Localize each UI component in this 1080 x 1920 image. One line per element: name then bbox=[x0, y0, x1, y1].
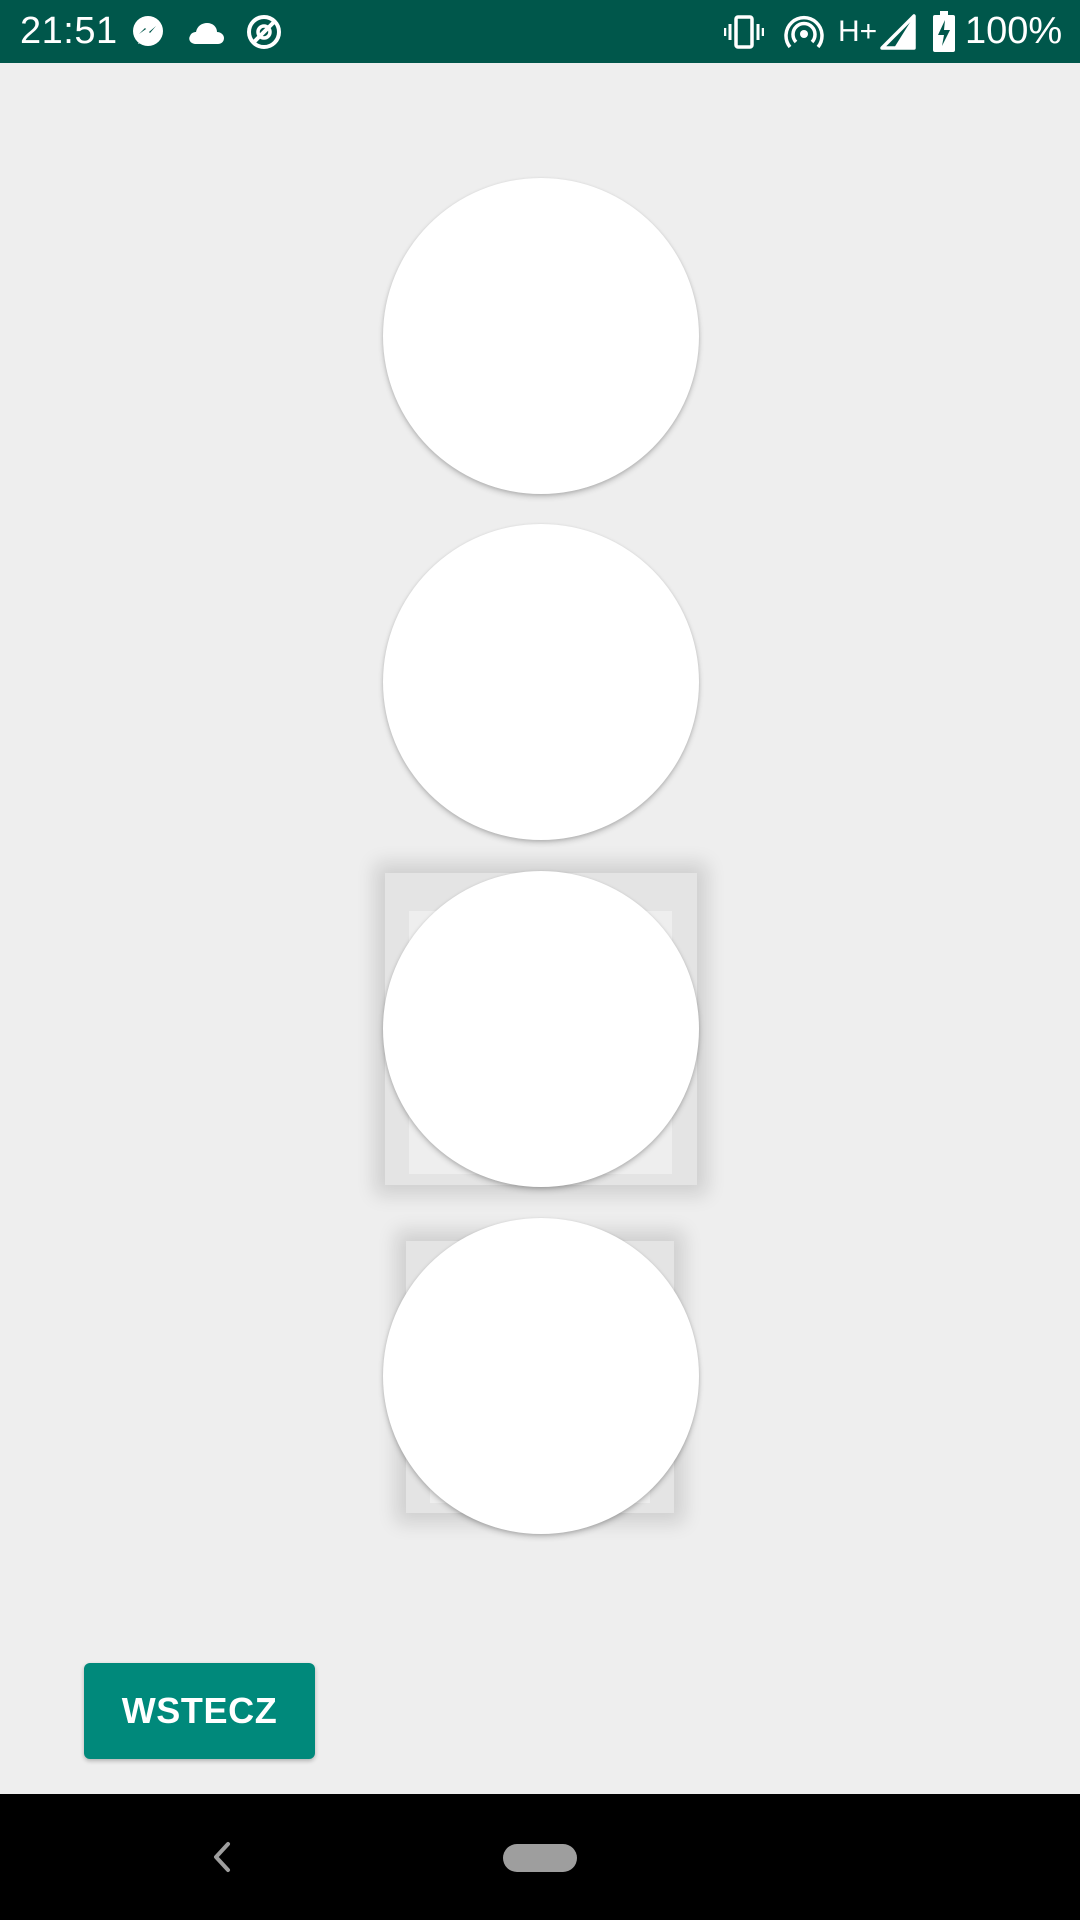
battery-percentage: 100% bbox=[965, 10, 1063, 52]
circle-item-2[interactable] bbox=[383, 524, 699, 840]
circle-item-3[interactable] bbox=[383, 871, 699, 1187]
cloud-icon bbox=[189, 23, 224, 44]
status-time: 21:51 bbox=[20, 10, 118, 52]
content-area: WSTECZ bbox=[0, 63, 1080, 1794]
signal-icon bbox=[880, 14, 916, 50]
hotspot-icon bbox=[784, 16, 824, 49]
circle-item-1[interactable] bbox=[383, 178, 699, 494]
back-icon[interactable] bbox=[200, 1832, 240, 1882]
vibrate-icon bbox=[724, 15, 764, 49]
status-bar: 21:51 H+ 100% bbox=[0, 0, 1080, 63]
circle-item-4[interactable] bbox=[383, 1218, 699, 1534]
navigation-bar bbox=[0, 1794, 1080, 1920]
sync-disabled-icon bbox=[247, 15, 281, 49]
battery-charging-icon bbox=[933, 11, 955, 52]
messenger-icon bbox=[133, 16, 163, 46]
back-button[interactable]: WSTECZ bbox=[84, 1663, 315, 1759]
network-type-label: H+ bbox=[838, 15, 878, 48]
home-pill[interactable] bbox=[503, 1844, 577, 1872]
